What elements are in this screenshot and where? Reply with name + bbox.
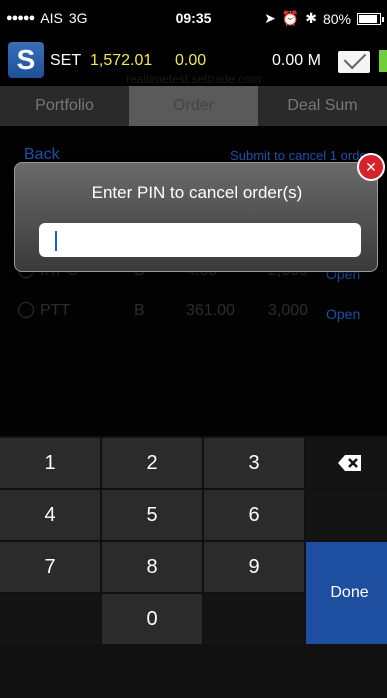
submit-cancel-button[interactable]: Submit to cancel 1 order — [230, 148, 371, 163]
pin-input[interactable] — [39, 223, 361, 257]
order-symbol: PTT — [40, 302, 71, 319]
key-7[interactable]: 7 — [0, 542, 100, 592]
row-radio[interactable] — [18, 302, 34, 318]
index-change: 0.00 — [175, 52, 207, 69]
key-1[interactable]: 1 — [0, 438, 100, 488]
market-label: SET — [50, 52, 82, 69]
order-status: Open — [326, 306, 361, 322]
blank-key — [306, 490, 387, 540]
server-url: realtimetest.settrade.com — [126, 72, 261, 86]
tab-deal-sum[interactable]: Deal Sum — [258, 86, 387, 126]
text-caret — [55, 231, 57, 251]
order-side: B — [134, 302, 145, 319]
index-value: 1,572.01 — [90, 52, 153, 69]
key-9[interactable]: 9 — [204, 542, 304, 592]
key-6[interactable]: 6 — [204, 490, 304, 540]
status-indicator — [379, 50, 387, 72]
key-0[interactable]: 0 — [102, 594, 202, 644]
key-2[interactable]: 2 — [102, 438, 202, 488]
tab-bar: Portfolio Order Deal Sum — [0, 86, 387, 126]
order-row[interactable]: PTT B 361.00 3,000 Open — [0, 294, 387, 338]
backspace-icon — [337, 455, 361, 471]
tab-portfolio[interactable]: Portfolio — [0, 86, 129, 126]
app-header: S SET 1,572.01 0.00 0.00 M realtimetest.… — [0, 36, 387, 86]
done-button[interactable]: Done — [306, 542, 387, 644]
tab-order[interactable]: Order — [129, 86, 258, 126]
blank-key — [0, 594, 100, 644]
order-price: 361.00 — [186, 302, 235, 319]
status-bar: ●●●●● AIS 3G 09:35 ➤ ⏰ ✱ 80% — [0, 0, 387, 36]
order-qty: 3,000 — [268, 302, 309, 319]
bluetooth-icon: ✱ — [305, 10, 317, 26]
pin-dialog: Enter PIN to cancel order(s) ✕ — [14, 153, 385, 272]
close-icon[interactable]: ✕ — [357, 153, 385, 181]
key-5[interactable]: 5 — [102, 490, 202, 540]
key-3[interactable]: 3 — [204, 438, 304, 488]
blank-key — [204, 594, 304, 644]
numeric-keypad: 1 2 3 4 5 6 7 8 9 Done 0 — [0, 436, 387, 698]
battery-icon — [357, 12, 384, 25]
key-8[interactable]: 8 — [102, 542, 202, 592]
location-icon: ➤ — [264, 10, 276, 26]
battery-percent: 80% — [322, 10, 351, 27]
delete-key[interactable] — [306, 438, 387, 488]
volume-value: 0.00 M — [272, 52, 321, 69]
key-4[interactable]: 4 — [0, 490, 100, 540]
dialog-title: Enter PIN to cancel order(s) — [91, 183, 303, 202]
mail-icon[interactable] — [338, 51, 370, 73]
alarm-icon: ⏰ — [281, 10, 300, 26]
